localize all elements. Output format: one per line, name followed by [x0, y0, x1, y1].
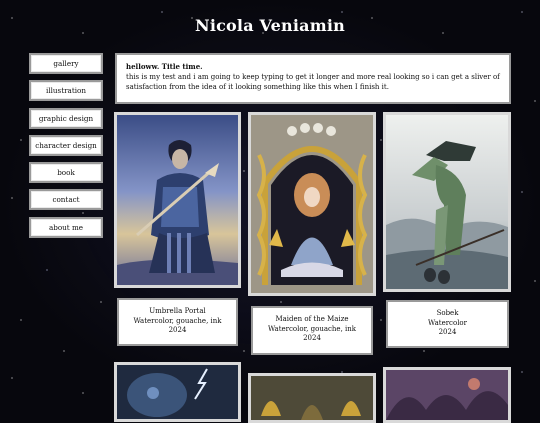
intro-title: helloww. Title time.: [126, 62, 203, 71]
nav-about-me[interactable]: about me: [29, 216, 103, 238]
artwork-title: Sobek: [436, 309, 459, 317]
artwork-storm[interactable]: [114, 362, 241, 422]
nav-book[interactable]: book: [29, 162, 103, 184]
artwork-medium: Watercolor, gouache, ink: [133, 316, 222, 325]
nav-graphic-design[interactable]: graphic design: [29, 107, 103, 129]
caption-sobek: Sobek Watercolor 2024: [386, 300, 509, 348]
umbrella-portal-artwork: [117, 115, 238, 285]
site-title: Nicola Veniamin: [195, 16, 345, 35]
maiden-of-the-maize-artwork: [251, 115, 373, 293]
artwork-umbrella-portal[interactable]: [114, 112, 241, 288]
purple-forest-artwork: [386, 370, 508, 420]
nav-character-design[interactable]: character design: [29, 134, 103, 156]
artwork-purple-forest[interactable]: [383, 367, 511, 423]
caption-maiden-of-the-maize: Maiden of the Maize Watercolor, gouache,…: [251, 306, 373, 355]
nav-illustration[interactable]: illustration: [29, 80, 103, 102]
golden-leaves-artwork: [251, 376, 373, 420]
artwork-year: 2024: [438, 328, 457, 336]
artwork-maiden-of-the-maize[interactable]: [248, 112, 376, 296]
storm-artwork: [117, 365, 238, 419]
artwork-medium: Watercolor: [428, 318, 467, 327]
intro-panel: helloww. Title time. this is my test and…: [115, 53, 511, 104]
sidebar-nav: gallery illustration graphic design char…: [29, 53, 103, 244]
nav-contact[interactable]: contact: [29, 189, 103, 211]
intro-body: this is my test and i am going to keep t…: [126, 73, 500, 91]
caption-umbrella-portal: Umbrella Portal Watercolor, gouache, ink…: [117, 298, 238, 346]
artwork-sobek[interactable]: [383, 112, 511, 292]
sobek-artwork: [386, 115, 508, 289]
artwork-year: 2024: [303, 334, 321, 342]
artwork-golden-leaves[interactable]: [248, 373, 376, 423]
artwork-medium: Watercolor, gouache, ink: [267, 324, 357, 333]
nav-gallery[interactable]: gallery: [29, 53, 103, 74]
artwork-year: 2024: [168, 326, 187, 334]
artwork-title: Umbrella Portal: [149, 307, 206, 315]
artwork-title: Maiden of the Maize: [275, 315, 349, 323]
